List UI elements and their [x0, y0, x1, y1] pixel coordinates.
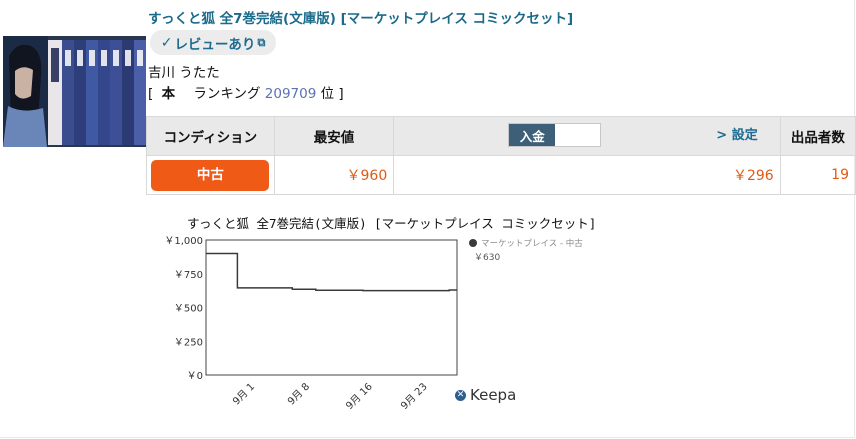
settings-link[interactable]: > 設定 — [716, 124, 757, 143]
y-tick-label: ￥1,000 — [165, 236, 203, 247]
deposit-cell: ￥296 — [393, 155, 781, 195]
lowest-price-cell: ￥960 — [273, 155, 395, 195]
y-tick-label: ￥500 — [174, 304, 203, 315]
x-tick-label: 9月 23 — [398, 381, 429, 412]
x-tick-label: 9月 1 — [230, 381, 257, 408]
ranking-number: 209709 — [264, 86, 317, 102]
price-history-chart[interactable]: すっくと狐 全7巻完結(文庫版) [マーケットプレイス コミックセット] 9月 … — [164, 212, 635, 417]
ranking-suffix: 位 ] — [320, 86, 344, 102]
offers-row: 中古 ￥960 ￥296 19 — [146, 155, 856, 195]
deposit-toggle[interactable]: 入金 — [508, 123, 602, 147]
header-condition: コンディション — [146, 116, 275, 156]
review-badge-label: レビューあり — [174, 36, 256, 53]
offers-header-row: コンディション 最安値 入金 > 設定 出品者数 — [146, 116, 856, 156]
condition-used-button[interactable]: 中古 — [151, 159, 270, 191]
ranking-line: [ 本 ランキング 209709 位 ] — [148, 82, 344, 102]
legend-marker — [469, 239, 477, 247]
legend-series-value: ￥630 — [474, 253, 500, 263]
condition-cell: 中古 — [146, 155, 275, 195]
chart-axes: 9月 1 9月 8 9月 16 9月 23 ￥1,000 ￥750 ￥500 ￥250 ￥0 — [164, 236, 458, 412]
seller-count-value[interactable]: 19 — [831, 167, 849, 183]
chart-svg: すっくと狐 全7巻完結(文庫版) [マーケットプレイス コミックセット] 9月 … — [164, 216, 596, 412]
deposit-toggle-label: 入金 — [509, 124, 556, 146]
keepa-branding[interactable]: ✕ Keepa — [455, 386, 516, 404]
product-title[interactable]: すっくと狐 全7巻完結(文庫版) [マーケットプレイス コミックセット] — [148, 7, 573, 27]
chart-legend[interactable]: マーケットプレイス - 中古 ￥630 — [469, 238, 583, 263]
header-seller-count: 出品者数 — [779, 116, 856, 156]
keepa-label: Keepa — [470, 386, 517, 404]
y-tick-label: ￥0 — [187, 371, 203, 382]
check-icon: ✓ — [160, 34, 173, 51]
ranking-category: 本 — [161, 86, 176, 102]
deposit-value: ￥296 — [732, 168, 774, 184]
y-tick-label: ￥750 — [174, 270, 203, 281]
header-lowest-price: 最安値 — [273, 116, 395, 156]
ranking-text: ランキング — [193, 86, 261, 102]
lowest-price-value: ￥960 — [346, 168, 388, 184]
x-tick-label: 9月 8 — [285, 381, 312, 408]
header-deposit: 入金 > 設定 — [393, 116, 781, 156]
review-badge[interactable]: ✓ レビューあり ⧉ — [150, 30, 276, 55]
ranking-open-bracket: [ — [148, 86, 154, 102]
chart-title: すっくと狐 全7巻完結(文庫版) [マーケットプレイス コミックセット] — [187, 216, 596, 231]
cover-art — [3, 36, 146, 147]
author-name[interactable]: 吉川 うたた — [148, 61, 220, 81]
x-tick-label: 9月 16 — [344, 381, 375, 412]
plot-area — [205, 239, 458, 376]
external-link-icon: ⧉ — [257, 35, 266, 49]
offers-table: コンディション 最安値 入金 > 設定 出品者数 中古 ￥960 ￥296 19 — [146, 116, 856, 195]
legend-series-name: マーケットプレイス - 中古 — [481, 238, 583, 249]
seller-count-cell: 19 — [779, 155, 856, 195]
product-cover-image[interactable] — [3, 36, 146, 147]
keepa-icon: ✕ — [455, 389, 466, 401]
y-tick-label: ￥250 — [174, 337, 203, 348]
